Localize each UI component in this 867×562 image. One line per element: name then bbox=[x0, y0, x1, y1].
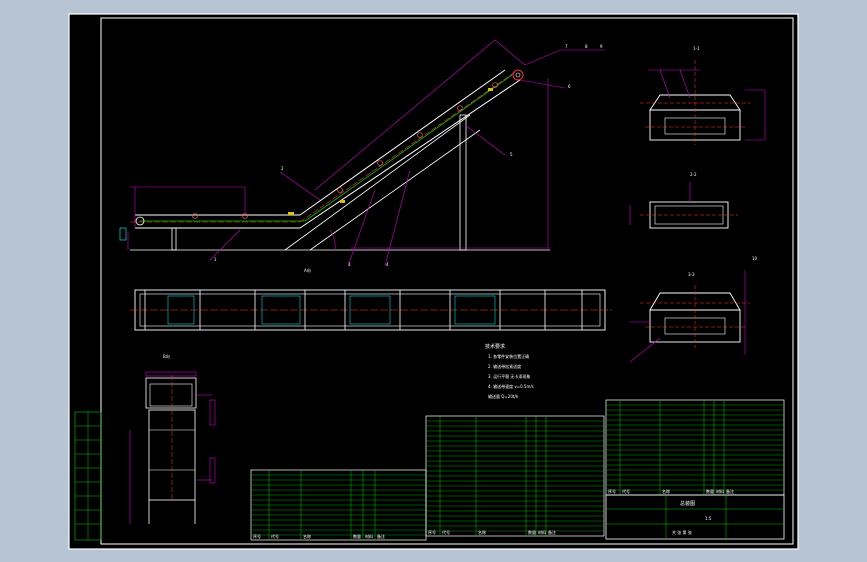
section-3-label: 3-3 bbox=[688, 272, 695, 277]
side-view-label: B向 bbox=[163, 353, 170, 359]
tech-note-line: 1. 各零件安装位置正确 bbox=[488, 353, 529, 359]
tech-note-line: 2. 输送带松紧适度 bbox=[488, 363, 521, 369]
bom-header-cell: 数量 bbox=[528, 529, 536, 535]
tech-note-line: 4. 输送带速度 v=0.5m/s bbox=[488, 383, 534, 389]
bom-header-cell: 名称 bbox=[478, 529, 486, 535]
drawing-scale: 1:5 bbox=[705, 516, 712, 521]
front-view-label: A向 bbox=[304, 267, 311, 273]
tech-note-line: 3. 运行平稳 无卡滞现象 bbox=[488, 373, 530, 379]
tech-note-line: 输送量 Q=20t/h bbox=[488, 393, 519, 399]
bom-header-cell: 备注 bbox=[726, 488, 734, 494]
bom-header-cell: 代号 bbox=[442, 529, 450, 535]
bom-header-cell: 代号 bbox=[271, 533, 279, 539]
bom-header-cell: 代号 bbox=[622, 488, 630, 494]
cad-drawing-canvas: A向 B向 1-1 2-2 3-3 技术要求 1. 各零件安装位置正确 2. 输… bbox=[68, 13, 799, 550]
tech-notes-heading: 技术要求 bbox=[485, 343, 505, 350]
sheet-count: 共 张 第 张 bbox=[672, 529, 692, 535]
bom-header-cell: 名称 bbox=[662, 488, 670, 494]
bom-header-cell: 材料 bbox=[716, 488, 724, 494]
bom-header-cell: 序号 bbox=[428, 529, 436, 535]
bom-header-cell: 序号 bbox=[608, 488, 616, 494]
drawing-name: 总装图 bbox=[680, 500, 695, 507]
bom-header-cell: 备注 bbox=[548, 529, 556, 535]
part-balloon: 10 bbox=[752, 256, 758, 261]
bom-header-cell: 序号 bbox=[253, 533, 261, 539]
bom-header-cell: 名称 bbox=[303, 533, 311, 539]
bom-header-cell: 数量 bbox=[353, 533, 361, 539]
bom-header-cell: 备注 bbox=[377, 533, 385, 539]
bom-header-cell: 数量 bbox=[706, 488, 714, 494]
bom-header-cell: 材料 bbox=[365, 533, 373, 539]
section-1-label: 1-1 bbox=[693, 46, 700, 51]
bom-header-cell: 材料 bbox=[538, 529, 546, 535]
section-2-label: 2-2 bbox=[690, 172, 697, 177]
